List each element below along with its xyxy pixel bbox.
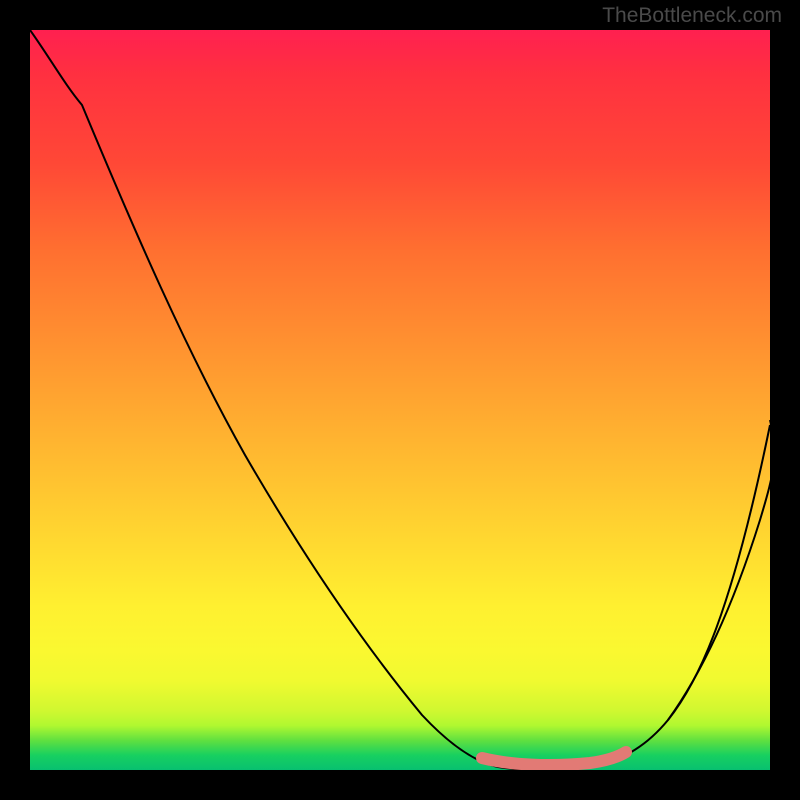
chart-svg [30, 30, 770, 770]
watermark-text: TheBottleneck.com [602, 4, 782, 28]
bottleneck-curve-line [30, 30, 770, 770]
chart-plot-area [30, 30, 770, 770]
optimal-zone-marker [482, 752, 626, 765]
bottleneck-curve-right-tail [668, 425, 770, 720]
